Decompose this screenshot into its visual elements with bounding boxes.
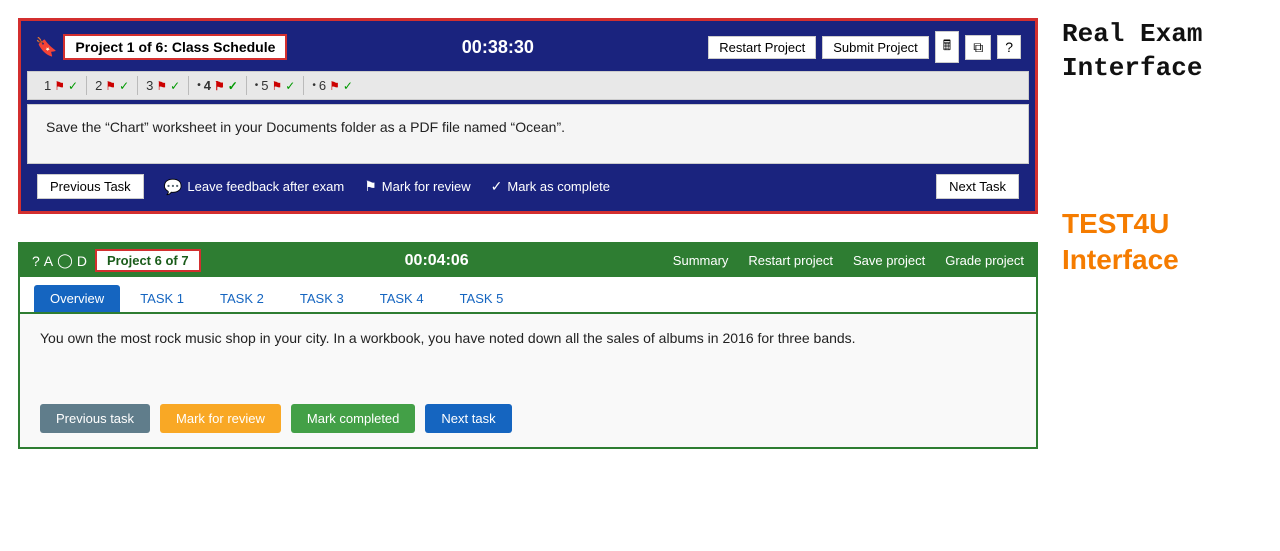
real-exam-label-line2: Interface — [1062, 53, 1202, 83]
exam-header-right: Restart Project Submit Project 🖩 ⧉ ? — [708, 31, 1021, 63]
speech-icon[interactable]: ◯ — [57, 252, 73, 269]
bookmark-icon: 🔖 — [35, 37, 57, 58]
task-4-flag-icon: ⚑ — [214, 79, 225, 93]
test4u-bottom-bar: Previous task Mark for review Mark compl… — [20, 394, 1036, 447]
test4u-content: You own the most rock music shop in your… — [20, 314, 1036, 394]
task-6-label: 6 — [319, 78, 326, 93]
task-3-label: 3 — [146, 78, 153, 93]
mark-review-label: Mark for review — [382, 179, 471, 194]
exam-bottom-bar: Previous Task 💬 Leave feedback after exa… — [27, 168, 1029, 205]
test4u-header: ? A ◯ D Project 6 of 7 00:04:06 Summary … — [20, 244, 1036, 277]
test4u-header-links: Summary Restart project Save project Gra… — [673, 253, 1024, 268]
task-5-check-icon: ✓ — [285, 79, 295, 93]
exam-task-nav: 1 ⚑ ✓ 2 ⚑ ✓ 3 ⚑ ✓ • 4 ⚑ ✓ • 5 — [27, 71, 1029, 100]
real-exam-label: Real Exam Interface — [1062, 18, 1256, 86]
test4u-prev-task-button[interactable]: Previous task — [40, 404, 150, 433]
task-nav-6[interactable]: • 6 ⚑ ✓ — [304, 76, 361, 95]
grade-project-link[interactable]: Grade project — [945, 253, 1024, 268]
task-nav-5[interactable]: • 5 ⚑ ✓ — [247, 76, 305, 95]
task-4-label: 4 — [204, 78, 211, 93]
test4u-label-line2: Interface — [1062, 244, 1179, 275]
task-4-dot: • — [197, 80, 201, 91]
mark-complete-action[interactable]: ✓ Mark as complete — [491, 178, 610, 195]
task-5-flag-icon: ⚑ — [272, 79, 283, 93]
test4u-label: TEST4U Interface — [1062, 206, 1256, 279]
tab-task4[interactable]: TASK 4 — [364, 285, 440, 312]
task-1-label: 1 — [44, 78, 51, 93]
task-1-check-icon: ✓ — [68, 79, 78, 93]
exam-task-content: Save the “Chart” worksheet in your Docum… — [27, 104, 1029, 164]
copy-icon-button[interactable]: ⧉ — [965, 35, 991, 60]
task-6-dot: • — [312, 80, 316, 91]
task-2-check-icon: ✓ — [119, 79, 129, 93]
task-6-flag-icon: ⚑ — [329, 79, 340, 93]
exam-timer: 00:38:30 — [297, 37, 698, 58]
question-icon[interactable]: ? — [32, 253, 40, 269]
exam-task-text: Save the “Chart” worksheet in your Docum… — [46, 119, 565, 135]
task-nav-3[interactable]: 3 ⚑ ✓ — [138, 76, 189, 95]
task-nav-4[interactable]: • 4 ⚑ ✓ — [189, 76, 247, 95]
tab-task3[interactable]: TASK 3 — [284, 285, 360, 312]
test4u-project-title: Project 6 of 7 — [95, 249, 201, 272]
exam-header: 🔖 Project 1 of 6: Class Schedule 00:38:3… — [27, 27, 1029, 67]
task-nav-1[interactable]: 1 ⚑ ✓ — [36, 76, 87, 95]
exam-project-title: Project 1 of 6: Class Schedule — [63, 34, 287, 60]
calculator-icon-button[interactable]: 🖩 — [935, 31, 959, 63]
check-complete-icon: ✓ — [491, 178, 503, 195]
task-5-label: 5 — [261, 78, 268, 93]
mark-review-action[interactable]: ⚑ Mark for review — [364, 178, 470, 195]
task-nav-2[interactable]: 2 ⚑ ✓ — [87, 76, 138, 95]
test4u-label-line1: TEST4U — [1062, 208, 1169, 239]
real-exam-interface: 🔖 Project 1 of 6: Class Schedule 00:38:3… — [18, 18, 1038, 214]
test4u-interface: ? A ◯ D Project 6 of 7 00:04:06 Summary … — [18, 242, 1038, 449]
task-6-check-icon: ✓ — [343, 79, 353, 93]
test4u-content-text: You own the most rock music shop in your… — [40, 330, 1016, 346]
help-icon-button[interactable]: ? — [997, 35, 1021, 59]
tab-task1[interactable]: TASK 1 — [124, 285, 200, 312]
test4u-next-task-button[interactable]: Next task — [425, 404, 511, 433]
real-exam-label-line1: Real Exam — [1062, 19, 1202, 49]
task-3-flag-icon: ⚑ — [156, 79, 167, 93]
task-2-flag-icon: ⚑ — [105, 79, 116, 93]
test4u-icon-row: ? A ◯ D — [32, 252, 87, 269]
test4u-timer: 00:04:06 — [209, 252, 665, 270]
restart-project-button[interactable]: Restart Project — [708, 36, 816, 59]
leave-feedback-action[interactable]: 💬 Leave feedback after exam — [164, 178, 345, 196]
leave-feedback-label: Leave feedback after exam — [187, 179, 344, 194]
exam-header-left: 🔖 Project 1 of 6: Class Schedule — [35, 34, 287, 60]
task-4-check-icon: ✓ — [228, 79, 238, 93]
previous-task-button[interactable]: Previous Task — [37, 174, 144, 199]
task-2-label: 2 — [95, 78, 102, 93]
next-task-button[interactable]: Next Task — [936, 174, 1019, 199]
task-1-flag-icon: ⚑ — [54, 79, 65, 93]
tab-overview[interactable]: Overview — [34, 285, 120, 312]
mark-complete-label: Mark as complete — [507, 179, 610, 194]
tab-task5[interactable]: TASK 5 — [444, 285, 520, 312]
restart-project-link[interactable]: Restart project — [748, 253, 833, 268]
task-3-check-icon: ✓ — [170, 79, 180, 93]
test4u-mark-review-button[interactable]: Mark for review — [160, 404, 281, 433]
task-5-dot: • — [255, 80, 259, 91]
flag-review-icon: ⚑ — [364, 178, 377, 195]
test4u-mark-complete-button[interactable]: Mark completed — [291, 404, 415, 433]
a-icon[interactable]: A — [44, 253, 53, 269]
submit-project-button[interactable]: Submit Project — [822, 36, 929, 59]
feedback-icon: 💬 — [164, 178, 183, 196]
save-project-link[interactable]: Save project — [853, 253, 925, 268]
d-icon[interactable]: D — [77, 253, 87, 269]
summary-link[interactable]: Summary — [673, 253, 729, 268]
tab-task2[interactable]: TASK 2 — [204, 285, 280, 312]
right-labels: Real Exam Interface TEST4U Interface — [1038, 0, 1280, 296]
test4u-tabs: Overview TASK 1 TASK 2 TASK 3 TASK 4 TAS… — [20, 277, 1036, 314]
